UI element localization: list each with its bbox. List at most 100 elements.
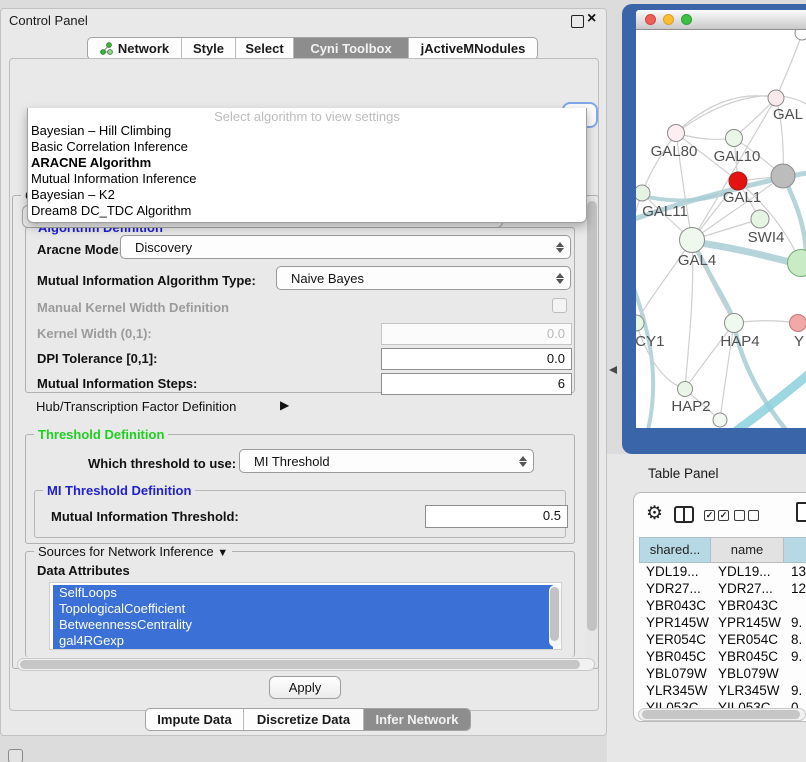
- cell[interactable]: YBR043C: [711, 597, 784, 614]
- table-row[interactable]: YBR043C YBR043C: [639, 597, 806, 614]
- cell[interactable]: 9.: [784, 614, 806, 631]
- dpi-tolerance-field[interactable]: 0.0: [381, 348, 572, 370]
- node-gal10[interactable]: [726, 130, 743, 147]
- close-window-button[interactable]: [645, 14, 656, 25]
- cell[interactable]: 8.: [784, 631, 806, 648]
- tab-impute-data[interactable]: Impute Data: [146, 709, 243, 730]
- dropdown-item-selected[interactable]: ARACNE Algorithm: [28, 155, 586, 171]
- sources-group-title[interactable]: Sources for Network Inference ▼: [34, 544, 232, 559]
- table-row[interactable]: YER054C YER054C 8.: [639, 631, 806, 648]
- cell[interactable]: YDR27...: [639, 580, 711, 597]
- cell[interactable]: YBR045C: [711, 648, 784, 665]
- split-columns-icon[interactable]: [674, 506, 694, 523]
- table-row[interactable]: YBR045C YBR045C 9.: [639, 648, 806, 665]
- attributes-scrollbar-thumb[interactable]: [550, 587, 559, 641]
- network-view-window[interactable]: GAL80 GAL10 GAL1 GAL11 SWI4 GAL4 GCY1 HA…: [622, 4, 806, 454]
- zoom-window-button[interactable]: [681, 14, 692, 25]
- node-gal80[interactable]: [668, 125, 685, 142]
- export-table-icon[interactable]: [796, 502, 806, 522]
- tab-network[interactable]: Network: [88, 38, 181, 59]
- tab-select[interactable]: Select: [235, 38, 293, 59]
- node-y[interactable]: [790, 315, 806, 332]
- column-header-name[interactable]: name: [711, 537, 784, 563]
- settings-hscrollbar[interactable]: [17, 658, 595, 671]
- node-green-large[interactable]: [788, 250, 806, 277]
- minimize-window-button[interactable]: [663, 14, 674, 25]
- attributes-scrollbar[interactable]: [549, 585, 561, 647]
- node-swi4[interactable]: [751, 210, 769, 228]
- node-gal1[interactable]: [729, 172, 747, 190]
- node[interactable]: [713, 413, 727, 427]
- network-window-titlebar[interactable]: [636, 10, 806, 30]
- list-item[interactable]: TopologicalCoefficient: [53, 601, 553, 617]
- mi-steps-field[interactable]: 6: [381, 373, 572, 395]
- table-row[interactable]: YLR345W YLR345W 9.: [639, 682, 806, 699]
- table-hscrollbar[interactable]: [638, 708, 806, 721]
- column-header-clipped[interactable]: [784, 537, 806, 563]
- cell[interactable]: YLR345W: [711, 682, 784, 699]
- cell[interactable]: 13: [784, 563, 806, 580]
- cell[interactable]: YBL079W: [639, 665, 711, 682]
- mi-type-combobox[interactable]: Naive Bayes: [276, 266, 571, 290]
- cell[interactable]: YDR27...: [711, 580, 784, 597]
- cell[interactable]: YBL079W: [711, 665, 784, 682]
- dropdown-item[interactable]: Basic Correlation Inference: [28, 139, 586, 155]
- node-gal4[interactable]: [680, 228, 705, 253]
- table-row[interactable]: YPR145W YPR145W 9.: [639, 614, 806, 631]
- dropdown-item[interactable]: Bayesian – K2: [28, 187, 586, 203]
- cell[interactable]: [784, 665, 806, 682]
- settings-scrollbar[interactable]: [586, 198, 598, 666]
- node-hap4[interactable]: [725, 314, 744, 333]
- tab-jactivemnodules[interactable]: jActiveMNodules: [408, 38, 537, 59]
- kernel-width-field[interactable]: 0.0: [381, 323, 572, 345]
- cell[interactable]: 9.: [784, 648, 806, 665]
- cell[interactable]: YDL19...: [639, 563, 711, 580]
- cell[interactable]: YER054C: [711, 631, 784, 648]
- column-header-shared-name[interactable]: shared...: [639, 537, 711, 563]
- apply-button[interactable]: Apply: [269, 676, 341, 699]
- gear-icon[interactable]: ⚙: [646, 505, 663, 523]
- hub-definition-toggle[interactable]: Hub/Transcription Factor Definition: [36, 399, 236, 414]
- settings-scrollbar-thumb[interactable]: [587, 201, 597, 631]
- manual-kernel-checkbox[interactable]: [552, 298, 567, 313]
- close-icon[interactable]: ×: [587, 10, 596, 28]
- cell[interactable]: YPR145W: [639, 614, 711, 631]
- list-item[interactable]: SelfLoops: [53, 585, 553, 601]
- aracne-mode-combobox[interactable]: Discovery: [120, 235, 571, 259]
- dock-icon[interactable]: [8, 749, 23, 762]
- mi-threshold-field[interactable]: 0.5: [425, 505, 568, 528]
- list-item[interactable]: gal4RGexp: [53, 633, 553, 649]
- cell[interactable]: YBR045C: [639, 648, 711, 665]
- node-gal[interactable]: [768, 90, 784, 106]
- node-gray[interactable]: [771, 164, 795, 188]
- list-item[interactable]: BetweennessCentrality: [53, 617, 553, 633]
- dropdown-item[interactable]: Bayesian – Hill Climbing: [28, 123, 586, 139]
- dropdown-item[interactable]: Dream8 DC_TDC Algorithm: [28, 203, 586, 219]
- cell[interactable]: YER054C: [639, 631, 711, 648]
- select-all-columns-icon[interactable]: ✓ ✓: [704, 510, 729, 521]
- cell[interactable]: [784, 597, 806, 614]
- tab-infer-network[interactable]: Infer Network: [363, 709, 470, 730]
- cell[interactable]: YLR345W: [639, 682, 711, 699]
- table-row[interactable]: YDR27... YDR27... 12: [639, 580, 806, 597]
- node-hap2[interactable]: [678, 382, 693, 397]
- node-gal11[interactable]: [636, 185, 650, 201]
- cell[interactable]: 12: [784, 580, 806, 597]
- tab-style[interactable]: Style: [181, 38, 235, 59]
- table-row[interactable]: YBL079W YBL079W: [639, 665, 806, 682]
- dropdown-item[interactable]: Mutual Information Inference: [28, 171, 586, 187]
- expand-arrow-icon[interactable]: ▶: [280, 398, 289, 412]
- which-threshold-combobox[interactable]: MI Threshold: [239, 449, 534, 473]
- cell[interactable]: 9.: [784, 682, 806, 699]
- cell[interactable]: YBR043C: [639, 597, 711, 614]
- cell[interactable]: YDL19...: [711, 563, 784, 580]
- node[interactable]: [795, 30, 806, 40]
- deselect-all-columns-icon[interactable]: [734, 510, 759, 521]
- cell[interactable]: YPR145W: [711, 614, 784, 631]
- float-icon[interactable]: [571, 15, 584, 28]
- table-hscrollbar-thumb[interactable]: [642, 710, 800, 719]
- network-canvas[interactable]: GAL80 GAL10 GAL1 GAL11 SWI4 GAL4 GCY1 HA…: [636, 30, 806, 428]
- tab-cyni-toolbox[interactable]: Cyni Toolbox: [293, 38, 408, 59]
- table-row[interactable]: YDL19... YDL19... 13: [639, 563, 806, 580]
- settings-hscrollbar-thumb[interactable]: [20, 660, 580, 669]
